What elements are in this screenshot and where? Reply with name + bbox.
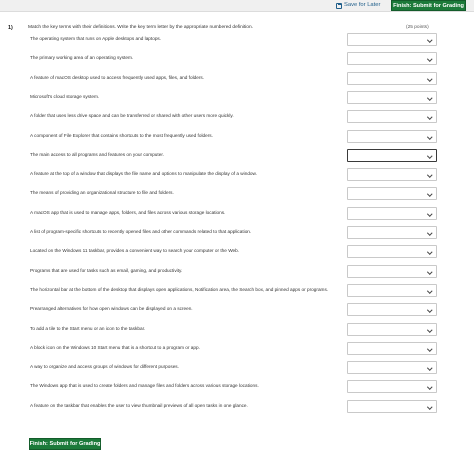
- chevron-down-icon: [426, 75, 432, 81]
- answer-dropdown[interactable]: [347, 187, 437, 201]
- chevron-down-icon: [426, 191, 432, 197]
- answer-dropdown[interactable]: [347, 283, 437, 297]
- question-number: 1): [8, 25, 13, 31]
- definition-text: To add a tile to the Start menu or an ic…: [30, 325, 146, 331]
- matching-row: A feature of macOS desktop used to acces…: [0, 71, 474, 86]
- answer-dropdown[interactable]: [347, 245, 437, 259]
- matching-row: A block icon on the Windows 10 Start men…: [0, 341, 474, 356]
- chevron-down-icon: [426, 326, 432, 332]
- question-instruction: Match the key terms with their definitio…: [28, 25, 253, 30]
- chevron-down-icon: [426, 249, 432, 255]
- answer-dropdown[interactable]: [347, 341, 437, 355]
- matching-row: A folder that uses less drive space and …: [0, 110, 474, 124]
- answer-dropdown[interactable]: [347, 52, 437, 66]
- chevron-down-icon: [426, 403, 432, 409]
- definition-text: A feature on the taskbar that enables th…: [30, 402, 248, 408]
- matching-row: A list of program-specific shortcuts to …: [0, 226, 474, 240]
- matching-row: Programs that are used for tasks such as…: [0, 264, 474, 279]
- chevron-down-icon: [426, 307, 432, 313]
- chevron-down-icon: [426, 346, 432, 352]
- chevron-down-icon: [426, 37, 432, 43]
- save-for-later-label: Save for Later: [344, 2, 381, 8]
- answer-dropdown[interactable]: [347, 129, 437, 143]
- definition-text: The main access to all programs and feat…: [30, 151, 164, 157]
- definition-text: A feature at the top of a window that di…: [30, 171, 257, 177]
- save-icon: [336, 2, 342, 9]
- matching-row: The main access to all programs and feat…: [0, 148, 474, 163]
- matching-row: Prearranged alternatives for how open wi…: [0, 303, 474, 317]
- definition-text: The horizontal bar at the bottom of the …: [30, 286, 329, 292]
- answer-dropdown[interactable]: [347, 148, 437, 162]
- chevron-down-icon: [426, 384, 432, 390]
- save-for-later-button[interactable]: Save for Later: [336, 0, 380, 11]
- answer-dropdown[interactable]: [347, 226, 437, 239]
- matching-row: The means of providing an organizational…: [0, 187, 474, 201]
- definition-text: Prearranged alternatives for how open wi…: [30, 306, 193, 312]
- chevron-down-icon: [426, 365, 432, 371]
- matching-row: A way to organize and access groups of w…: [0, 361, 474, 375]
- definition-text: A feature of macOS desktop used to acces…: [30, 74, 205, 80]
- answer-dropdown[interactable]: [347, 110, 437, 124]
- chevron-down-icon: [426, 133, 432, 139]
- answer-dropdown[interactable]: [347, 90, 437, 104]
- chevron-down-icon: [426, 114, 432, 120]
- matching-row: A macOS app that is used to manage apps,…: [0, 206, 474, 221]
- definition-text: A block icon on the Windows 10 Start men…: [30, 344, 200, 350]
- answer-dropdown[interactable]: [347, 33, 437, 46]
- chevron-down-icon: [426, 95, 432, 101]
- answer-dropdown[interactable]: [347, 361, 437, 375]
- answer-dropdown[interactable]: [347, 303, 437, 317]
- definition-text: The means of providing an organizational…: [30, 190, 174, 196]
- definition-text: The Windows app that is used to create f…: [30, 383, 259, 389]
- chevron-down-icon: [426, 153, 432, 159]
- chevron-down-icon: [426, 268, 432, 274]
- answer-dropdown[interactable]: [347, 71, 437, 85]
- chevron-down-icon: [426, 230, 432, 236]
- definition-text: A way to organize and access groups of w…: [30, 364, 179, 370]
- definition-text: A list of program-specific shortcuts to …: [30, 229, 252, 234]
- chevron-down-icon: [426, 172, 432, 178]
- definition-text: Programs that are used for tasks such as…: [30, 267, 183, 273]
- definition-text: A component of File Explorer that contai…: [30, 132, 213, 138]
- answer-dropdown[interactable]: [347, 380, 437, 394]
- question-points: (25 points): [406, 25, 429, 30]
- definition-text: The operating system that runs on Apple …: [30, 36, 162, 41]
- definition-text: Located on the Windows 11 taskbar, provi…: [30, 248, 240, 254]
- matching-row: The operating system that runs on Apple …: [0, 33, 474, 47]
- chevron-down-icon: [426, 210, 432, 216]
- matching-row: To add a tile to the Start menu or an ic…: [0, 322, 474, 337]
- answer-dropdown[interactable]: [347, 322, 437, 336]
- matching-row: The primary working area of an operating…: [0, 52, 474, 66]
- matching-row: Microsoft's cloud storage system.: [0, 90, 474, 105]
- definition-text: A macOS app that is used to manage apps,…: [30, 209, 226, 215]
- matching-row: The Windows app that is used to create f…: [0, 380, 474, 394]
- definition-text: The primary working area of an operating…: [30, 55, 134, 61]
- submit-for-grading-button-bottom[interactable]: Finish: Submit for Grading: [29, 438, 101, 450]
- submit-for-grading-button-top[interactable]: Finish: Submit for Grading: [391, 0, 466, 11]
- matching-row: A feature at the top of a window that di…: [0, 168, 474, 182]
- matching-row: A feature on the taskbar that enables th…: [0, 399, 474, 414]
- answer-dropdown[interactable]: [347, 264, 437, 278]
- answer-dropdown[interactable]: [347, 206, 437, 220]
- top-toolbar: Save for Later Finish: Submit for Gradin…: [0, 0, 474, 12]
- definition-text: A folder that uses less drive space and …: [30, 113, 234, 119]
- matching-row: Located on the Windows 11 taskbar, provi…: [0, 245, 474, 259]
- chevron-down-icon: [426, 288, 432, 294]
- answer-dropdown[interactable]: [347, 168, 437, 182]
- matching-row: A component of File Explorer that contai…: [0, 129, 474, 144]
- answer-dropdown[interactable]: [347, 399, 437, 413]
- definition-text: Microsoft's cloud storage system.: [30, 93, 100, 99]
- matching-row: The horizontal bar at the bottom of the …: [0, 283, 474, 298]
- chevron-down-icon: [426, 56, 432, 62]
